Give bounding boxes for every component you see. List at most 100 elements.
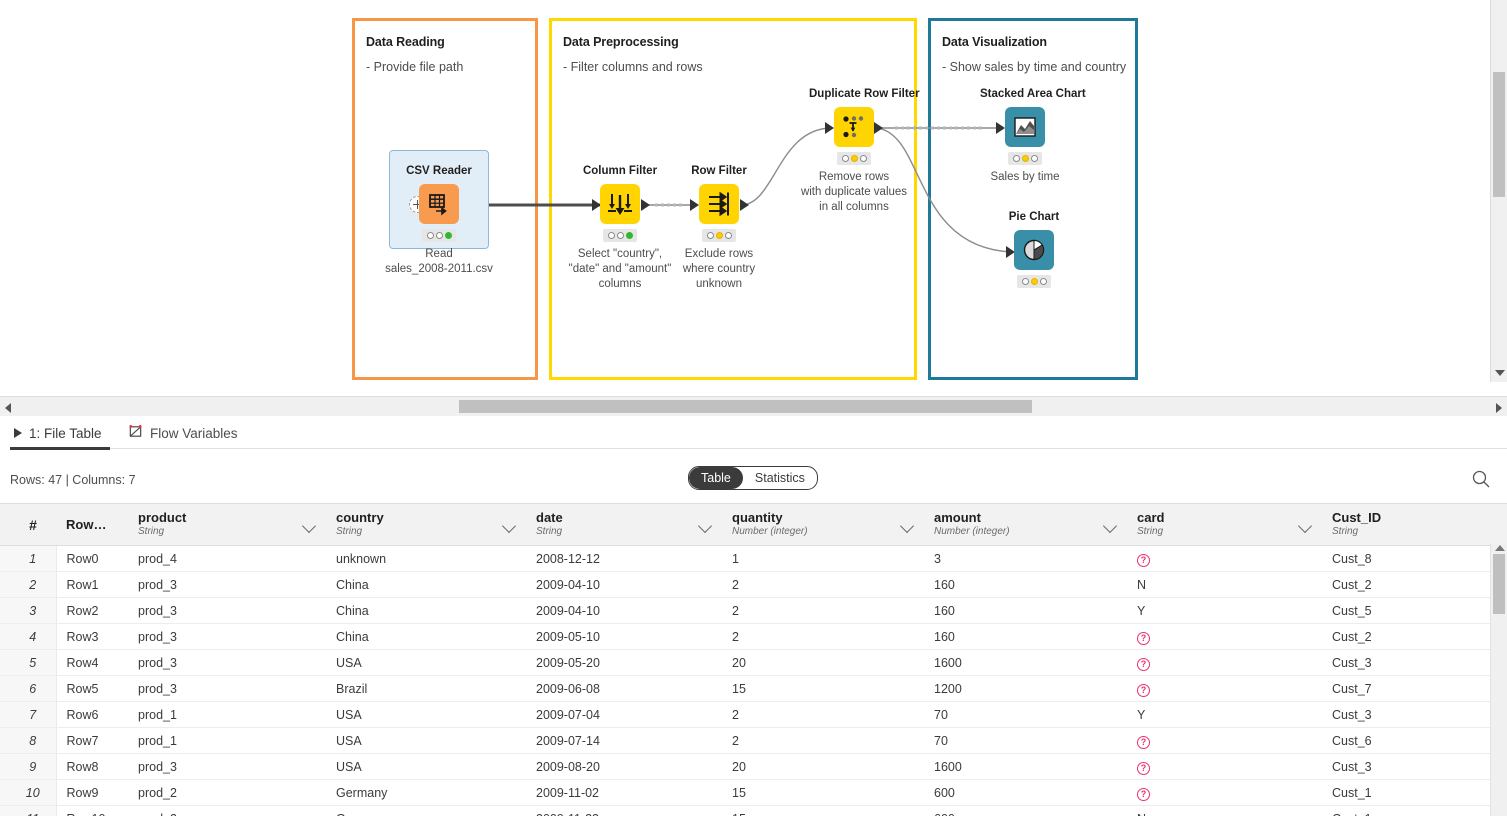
scroll-left-arrow-icon[interactable] — [5, 403, 11, 413]
table-body: 1Row0prod_4unknown2008-12-1213?Cust_82Ro… — [0, 546, 1507, 816]
cell-quantity: 2 — [722, 598, 924, 624]
canvas-vertical-scrollbar[interactable] — [1490, 0, 1507, 382]
cell-amount: 160 — [924, 624, 1127, 650]
cell-product: prod_1 — [128, 702, 326, 728]
table-row[interactable]: 7Row6prod_1USA2009-07-04270YCust_3 — [0, 702, 1507, 728]
cell-idx: 2 — [0, 572, 56, 598]
cell-idx: 4 — [0, 624, 56, 650]
column-header-rowid[interactable]: Row… — [56, 504, 128, 546]
play-triangle-icon — [14, 428, 22, 438]
cell-custid: Cust_6 — [1322, 728, 1507, 754]
annotation-title: Data Preprocessing — [563, 35, 679, 49]
tab-flow-variables[interactable]: Flow Variables — [128, 422, 238, 444]
csv-reader-icon[interactable] — [419, 184, 459, 224]
node-status-leds — [837, 152, 871, 165]
tab-file-table[interactable]: 1: File Table — [14, 422, 102, 444]
scroll-down-arrow-icon[interactable] — [1495, 370, 1505, 376]
led-yellow — [1022, 155, 1029, 162]
data-table-container[interactable]: # Row… product String country String — [0, 503, 1507, 816]
toggle-option-statistics[interactable]: Statistics — [743, 467, 817, 489]
cell-rowid: Row10 — [56, 806, 128, 816]
area-chart-icon[interactable] — [1005, 107, 1045, 147]
column-header-type: String — [1332, 525, 1507, 538]
led-idle — [617, 232, 624, 239]
scroll-right-arrow-icon[interactable] — [1496, 403, 1502, 413]
column-header-quantity[interactable]: quantity Number (integer) — [722, 504, 924, 546]
cell-amount: 1200 — [924, 676, 1127, 702]
cell-rowid: Row3 — [56, 624, 128, 650]
table-row[interactable]: 11Row10prod_2Germany2009-11-2215600NCust… — [0, 806, 1507, 816]
cell-rowid: Row5 — [56, 676, 128, 702]
row-filter-icon[interactable] — [699, 184, 739, 224]
led-idle — [842, 155, 849, 162]
cell-date: 2009-08-20 — [526, 754, 722, 780]
cell-card: N — [1127, 572, 1322, 598]
column-header-name: Row… — [66, 518, 128, 532]
cell-quantity: 20 — [722, 754, 924, 780]
cell-card: N — [1127, 806, 1322, 816]
table-row[interactable]: 2Row1prod_3China2009-04-102160NCust_2 — [0, 572, 1507, 598]
table-row[interactable]: 6Row5prod_3Brazil2009-06-08151200?Cust_7 — [0, 676, 1507, 702]
column-header-card[interactable]: card String — [1127, 504, 1322, 546]
table-row[interactable]: 9Row8prod_3USA2009-08-20201600?Cust_3 — [0, 754, 1507, 780]
annotation-data-visualization[interactable]: Data Visualization - Show sales by time … — [928, 18, 1138, 380]
column-filter-icon[interactable] — [600, 184, 640, 224]
canvas-vertical-scroll-thumb[interactable] — [1493, 72, 1505, 197]
cell-date: 2009-05-20 — [526, 650, 722, 676]
missing-value-icon: ? — [1137, 762, 1150, 775]
column-header-name: amount — [934, 511, 1127, 525]
cell-amount: 600 — [924, 806, 1127, 816]
cell-card: ? — [1127, 546, 1322, 572]
cell-card: ? — [1127, 624, 1322, 650]
column-header-type: String — [1137, 525, 1322, 538]
cell-custid: Cust_2 — [1322, 572, 1507, 598]
cell-custid: Cust_1 — [1322, 806, 1507, 816]
table-row[interactable]: 4Row3prod_3China2009-05-102160?Cust_2 — [0, 624, 1507, 650]
cell-amount: 70 — [924, 728, 1127, 754]
workflow-canvas[interactable]: Data Reading - Provide file path Data Pr… — [0, 0, 1507, 396]
search-icon[interactable] — [1471, 469, 1491, 494]
table-row[interactable]: 1Row0prod_4unknown2008-12-1213?Cust_8 — [0, 546, 1507, 572]
column-header-country[interactable]: country String — [326, 504, 526, 546]
cell-rowid: Row7 — [56, 728, 128, 754]
chevron-down-icon[interactable] — [304, 521, 314, 531]
column-header-product[interactable]: product String — [128, 504, 326, 546]
toggle-option-table[interactable]: Table — [689, 467, 743, 489]
chevron-down-icon[interactable] — [504, 521, 514, 531]
chevron-down-icon[interactable] — [1105, 521, 1115, 531]
view-mode-toggle[interactable]: Table Statistics — [688, 466, 818, 490]
table-vertical-scroll-thumb[interactable] — [1493, 554, 1505, 614]
node-title: Row Filter — [674, 165, 764, 177]
table-row[interactable]: 5Row4prod_3USA2009-05-20201600?Cust_3 — [0, 650, 1507, 676]
node-title: Column Filter — [575, 165, 665, 177]
canvas-horizontal-scroll-thumb[interactable] — [459, 400, 1032, 413]
column-filter-glyph — [607, 191, 633, 217]
cell-product: prod_4 — [128, 546, 326, 572]
canvas-horizontal-scrollbar[interactable] — [0, 396, 1507, 417]
cell-product: prod_3 — [128, 624, 326, 650]
cell-quantity: 2 — [722, 624, 924, 650]
cell-card: ? — [1127, 676, 1322, 702]
pie-chart-icon[interactable] — [1014, 230, 1054, 270]
table-row[interactable]: 3Row2prod_3China2009-04-102160YCust_5 — [0, 598, 1507, 624]
duplicate-row-filter-icon[interactable] — [834, 107, 874, 147]
column-header-index[interactable]: # — [0, 504, 56, 546]
chevron-down-icon[interactable] — [902, 521, 912, 531]
led-idle — [860, 155, 867, 162]
column-header-name: country — [336, 511, 526, 525]
chevron-down-icon[interactable] — [1300, 521, 1310, 531]
column-header-date[interactable]: date String — [526, 504, 722, 546]
flow-variable-icon — [128, 424, 143, 442]
annotation-subtitle: - Filter columns and rows — [563, 60, 703, 74]
column-header-amount[interactable]: amount Number (integer) — [924, 504, 1127, 546]
cell-country: USA — [326, 650, 526, 676]
scroll-up-arrow-icon[interactable] — [1495, 545, 1505, 551]
table-vertical-scrollbar[interactable] — [1490, 544, 1507, 816]
cell-product: prod_2 — [128, 780, 326, 806]
column-header-cust-id[interactable]: Cust_ID String — [1322, 504, 1507, 546]
chevron-down-icon[interactable] — [700, 521, 710, 531]
cell-quantity: 20 — [722, 650, 924, 676]
table-row[interactable]: 8Row7prod_1USA2009-07-14270?Cust_6 — [0, 728, 1507, 754]
node-status-leds — [422, 229, 456, 242]
table-row[interactable]: 10Row9prod_2Germany2009-11-0215600?Cust_… — [0, 780, 1507, 806]
